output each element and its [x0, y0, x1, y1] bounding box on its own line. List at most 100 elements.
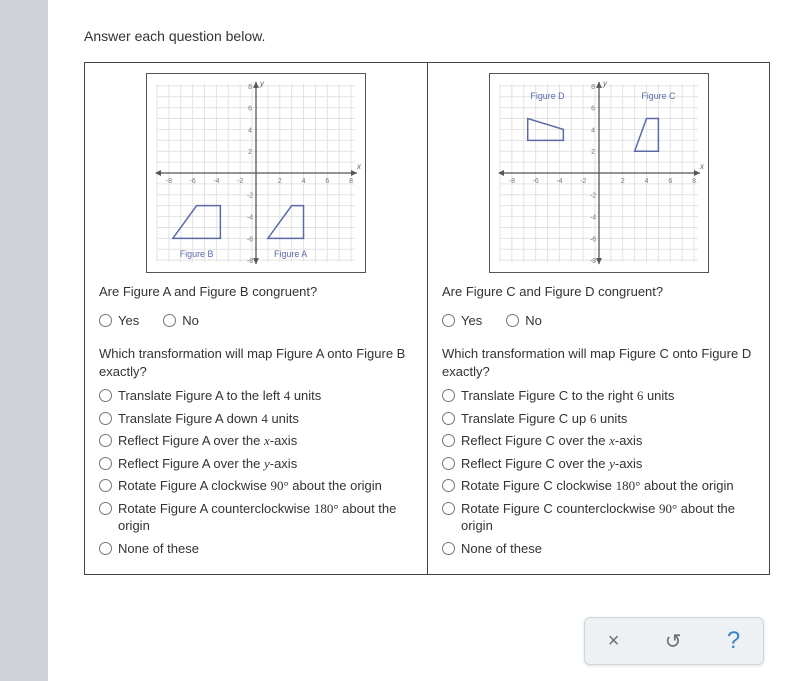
right-yes-label: Yes	[461, 312, 482, 330]
left-transform-label-0: Translate Figure A to the left 4 units	[118, 387, 413, 405]
help-button[interactable]: ?	[719, 623, 748, 659]
svg-text:6: 6	[325, 178, 329, 185]
right-transform-label-3: Reflect Figure C over the y-axis	[461, 455, 755, 473]
right-transform-label-2: Reflect Figure C over the x-axis	[461, 432, 755, 450]
svg-text:6: 6	[668, 178, 672, 185]
right-transform-option-6[interactable]: None of these	[442, 540, 755, 558]
svg-text:8: 8	[591, 84, 595, 91]
left-graph: -8-6-4-2 2468 8642 -2-4-6-8 x y Figure B…	[146, 73, 366, 273]
left-transform-radio-6[interactable]	[99, 542, 112, 555]
left-transform-option-1[interactable]: Translate Figure A down 4 units	[99, 410, 413, 428]
svg-text:8: 8	[692, 178, 696, 185]
left-yes-radio[interactable]	[99, 314, 112, 327]
svg-text:2: 2	[591, 149, 595, 156]
svg-text:Figure D: Figure D	[530, 91, 564, 101]
svg-text:-4: -4	[247, 215, 253, 222]
left-transform-option-5[interactable]: Rotate Figure A counterclockwise 180° ab…	[99, 500, 413, 535]
left-transform-label-6: None of these	[118, 540, 413, 558]
reset-button[interactable]: ↺	[657, 625, 690, 658]
right-transform-radio-0[interactable]	[442, 389, 455, 402]
right-transform-radio-6[interactable]	[442, 542, 455, 555]
left-transform-label-1: Translate Figure A down 4 units	[118, 410, 413, 428]
right-transform-option-4[interactable]: Rotate Figure C clockwise 180° about the…	[442, 477, 755, 495]
svg-text:-8: -8	[247, 258, 253, 265]
right-transform-option-1[interactable]: Translate Figure C up 6 units	[442, 410, 755, 428]
left-transform-radio-2[interactable]	[99, 434, 112, 447]
svg-text:-2: -2	[237, 178, 243, 185]
left-transform-option-2[interactable]: Reflect Figure A over the x-axis	[99, 432, 413, 450]
svg-text:4: 4	[591, 127, 595, 134]
svg-text:x: x	[356, 162, 362, 171]
svg-text:-4: -4	[589, 215, 595, 222]
left-transform-question: Which transformation will map Figure A o…	[99, 345, 413, 381]
svg-text:4: 4	[644, 178, 648, 185]
left-graph-wrap: -8-6-4-2 2468 8642 -2-4-6-8 x y Figure B…	[99, 73, 413, 273]
svg-text:8: 8	[248, 84, 252, 91]
right-transform-radio-5[interactable]	[442, 502, 455, 515]
right-no-radio[interactable]	[506, 314, 519, 327]
svg-text:-8: -8	[166, 178, 172, 185]
right-graph-wrap: -8-6-4-2 2468 8642 -2-4-6-8 x y Figure D…	[442, 73, 755, 273]
svg-text:6: 6	[591, 106, 595, 113]
right-no-option[interactable]: No	[506, 312, 542, 330]
left-transform-option-3[interactable]: Reflect Figure A over the y-axis	[99, 455, 413, 473]
right-transform-options: Translate Figure C to the right 6 units T…	[442, 387, 755, 557]
right-transform-question: Which transformation will map Figure C o…	[442, 345, 755, 381]
left-yes-option[interactable]: Yes	[99, 312, 139, 330]
left-transform-label-5: Rotate Figure A counterclockwise 180° ab…	[118, 500, 413, 535]
left-transform-radio-0[interactable]	[99, 389, 112, 402]
left-congruent-question: Are Figure A and Figure B congruent?	[99, 283, 413, 301]
svg-text:-2: -2	[247, 193, 253, 200]
svg-text:8: 8	[349, 178, 353, 185]
left-transform-radio-5[interactable]	[99, 502, 112, 515]
svg-text:-2: -2	[580, 178, 586, 185]
left-transform-label-2: Reflect Figure A over the x-axis	[118, 432, 413, 450]
left-transform-label-4: Rotate Figure A clockwise 90° about the …	[118, 477, 413, 495]
right-transform-radio-2[interactable]	[442, 434, 455, 447]
svg-text:x: x	[698, 162, 704, 171]
right-yes-radio[interactable]	[442, 314, 455, 327]
svg-text:Figure A: Figure A	[274, 249, 307, 259]
left-transform-option-4[interactable]: Rotate Figure A clockwise 90° about the …	[99, 477, 413, 495]
right-transform-option-0[interactable]: Translate Figure C to the right 6 units	[442, 387, 755, 405]
instruction-text: Answer each question below.	[84, 28, 770, 44]
right-transform-radio-3[interactable]	[442, 457, 455, 470]
left-transform-label-3: Reflect Figure A over the y-axis	[118, 455, 413, 473]
right-transform-label-0: Translate Figure C to the right 6 units	[461, 387, 755, 405]
question-table: -8-6-4-2 2468 8642 -2-4-6-8 x y Figure B…	[84, 62, 770, 575]
left-congruent-options: Yes No	[99, 307, 413, 335]
svg-text:2: 2	[620, 178, 624, 185]
right-transform-option-3[interactable]: Reflect Figure C over the y-axis	[442, 455, 755, 473]
right-no-label: No	[525, 312, 542, 330]
right-transform-radio-4[interactable]	[442, 479, 455, 492]
svg-text:2: 2	[248, 149, 252, 156]
right-transform-label-4: Rotate Figure C clockwise 180° about the…	[461, 477, 755, 495]
svg-text:-2: -2	[589, 193, 595, 200]
svg-text:-8: -8	[508, 178, 514, 185]
right-congruent-options: Yes No	[442, 307, 755, 335]
close-button[interactable]: ×	[600, 626, 628, 657]
left-yes-label: Yes	[118, 312, 139, 330]
left-no-label: No	[182, 312, 199, 330]
right-column: -8-6-4-2 2468 8642 -2-4-6-8 x y Figure D…	[427, 63, 769, 574]
left-transform-radio-1[interactable]	[99, 412, 112, 425]
svg-text:y: y	[601, 79, 607, 88]
left-no-option[interactable]: No	[163, 312, 199, 330]
right-transform-option-2[interactable]: Reflect Figure C over the x-axis	[442, 432, 755, 450]
left-transform-radio-4[interactable]	[99, 479, 112, 492]
right-congruent-question: Are Figure C and Figure D congruent?	[442, 283, 755, 301]
svg-text:-6: -6	[190, 178, 196, 185]
right-yes-option[interactable]: Yes	[442, 312, 482, 330]
left-transform-option-0[interactable]: Translate Figure A to the left 4 units	[99, 387, 413, 405]
svg-text:2: 2	[278, 178, 282, 185]
right-transform-radio-1[interactable]	[442, 412, 455, 425]
right-transform-label-6: None of these	[461, 540, 755, 558]
left-transform-radio-3[interactable]	[99, 457, 112, 470]
left-transform-options: Translate Figure A to the left 4 units Tr…	[99, 387, 413, 557]
left-transform-option-6[interactable]: None of these	[99, 540, 413, 558]
left-no-radio[interactable]	[163, 314, 176, 327]
right-transform-option-5[interactable]: Rotate Figure C counterclockwise 90° abo…	[442, 500, 755, 535]
svg-text:6: 6	[248, 106, 252, 113]
svg-text:4: 4	[248, 127, 252, 134]
action-bar: × ↺ ?	[584, 617, 764, 665]
